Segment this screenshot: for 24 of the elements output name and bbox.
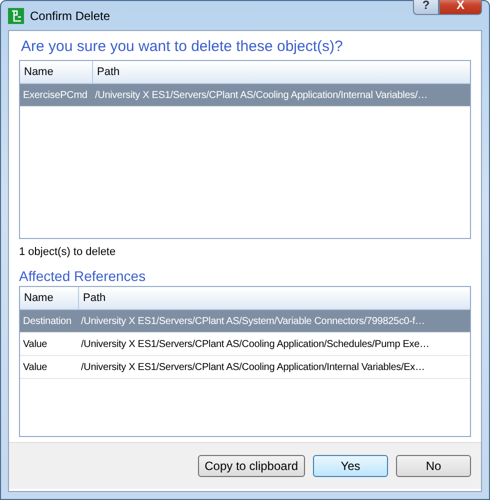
- dialog-button[interactable]: No: [396, 455, 471, 477]
- dialog-button[interactable]: Copy to clipboard: [198, 455, 305, 477]
- table-cell-text: Value: [22, 338, 48, 350]
- table-cell-text: Value: [22, 362, 48, 372]
- dialog-heading: Are you sure you want to delete these object(s)?: [21, 38, 344, 55]
- section-heading: Affected References: [19, 268, 147, 284]
- table-cell-text: ExercisePCmd: [22, 90, 88, 100]
- dialog-button[interactable]: Yes: [313, 455, 388, 477]
- table-cell-text: /University X ES1/Servers/CPlant AS/Cooling Application/Schedules/Pump Exe…: [80, 338, 430, 350]
- app-icon: [8, 8, 24, 24]
- help-button[interactable]: ?: [413, 0, 439, 15]
- table-row[interactable]: Value /University X ES1/Servers/CPlant AS/Cooling Application/Schedules/Pump Exe…: [20, 333, 470, 356]
- table-row[interactable]: Value /University X ES1/Servers/CPlant AS/Cooling Application/Internal Variables/Ex…: [20, 356, 470, 379]
- table-cell-text: Destination: [22, 316, 72, 326]
- table-cell-text: /University X ES1/Servers/CPlant AS/System/Variable Connectors/799825c0-f…: [80, 316, 426, 326]
- window-title: Confirm Delete: [30, 8, 112, 22]
- column-header[interactable]: Name: [20, 287, 78, 309]
- column-header[interactable]: Path: [78, 287, 470, 309]
- table-cell-text: /University X ES1/Servers/CPlant AS/Cooling Application/Internal Variables/…: [94, 90, 428, 100]
- count-label: 1 object(s) to delete: [19, 246, 117, 258]
- column-header[interactable]: Name: [20, 61, 92, 83]
- close-button[interactable]: X: [439, 0, 482, 15]
- column-header[interactable]: Path: [92, 61, 470, 83]
- table-cell-text: /University X ES1/Servers/CPlant AS/Cooling Application/Internal Variables/Ex…: [80, 362, 426, 372]
